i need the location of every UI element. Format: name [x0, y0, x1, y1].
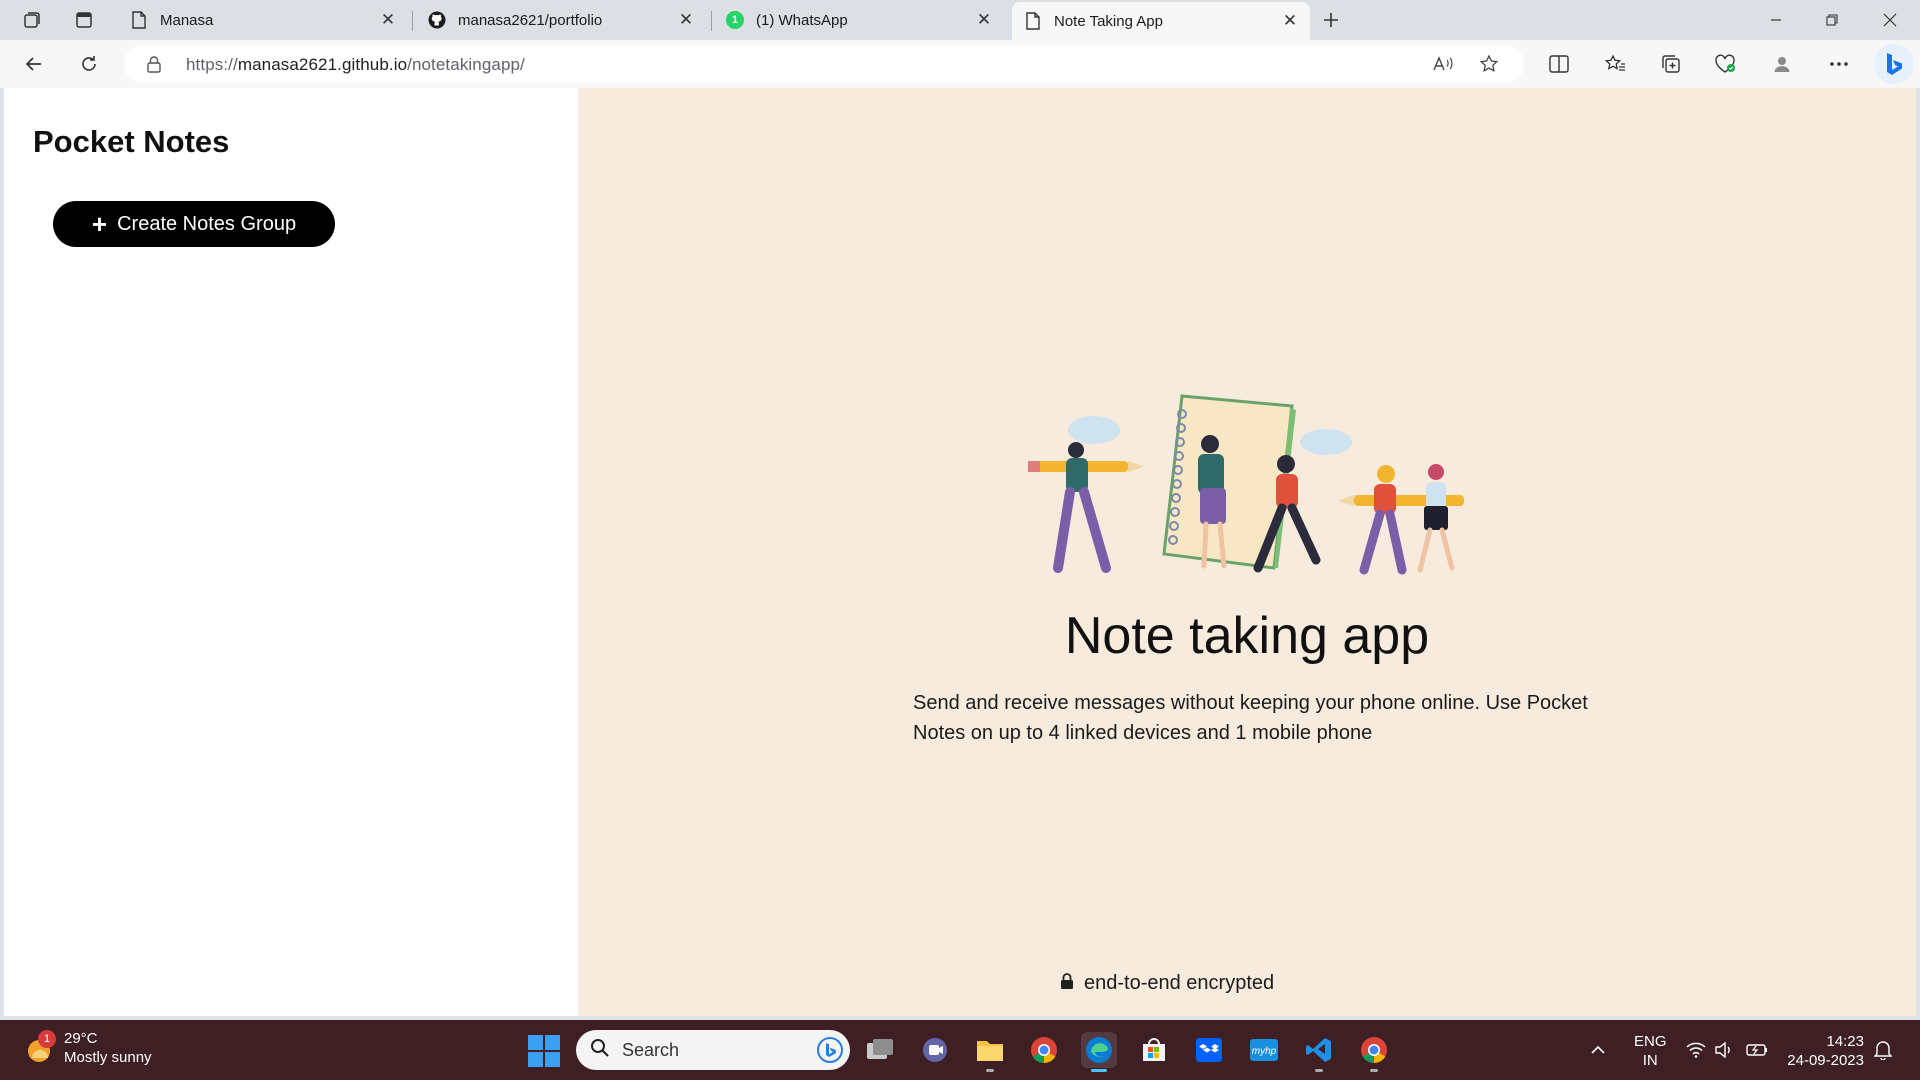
minimize-icon[interactable] [1748, 0, 1804, 40]
weather-sun-icon: 1 [24, 1030, 56, 1064]
workspaces-icon[interactable] [16, 6, 48, 34]
lock-icon [1060, 972, 1074, 995]
restore-icon[interactable] [1804, 0, 1860, 40]
system-clock[interactable]: 14:23 24-09-2023 [1784, 1032, 1864, 1070]
dropbox-icon[interactable] [1191, 1032, 1227, 1068]
weather-condition: Mostly sunny [64, 1049, 152, 1066]
tab-note-taking-app[interactable]: Note Taking App ✕ [1012, 2, 1310, 40]
vscode-icon[interactable] [1301, 1032, 1337, 1072]
address-bar[interactable]: https://manasa2621.github.io/notetakinga… [124, 45, 1524, 83]
split-screen-icon[interactable] [1542, 48, 1576, 80]
back-icon[interactable] [17, 48, 51, 80]
refresh-icon[interactable] [72, 48, 106, 80]
browser-tab-strip: Manasa ✕ manasa2621/portfolio ✕ 1 (1) Wh… [0, 0, 1920, 40]
browser-toolbar: https://manasa2621.github.io/notetakinga… [0, 40, 1920, 88]
url-path: /notetakingapp/ [407, 55, 525, 74]
main-panel: Note taking app Send and receive message… [578, 88, 1916, 1016]
language-indicator[interactable]: ENG IN [1634, 1032, 1667, 1070]
hero-description: Send and receive messages without keepin… [913, 692, 1588, 744]
battery-icon[interactable] [1746, 1020, 1768, 1080]
search-icon [590, 1038, 610, 1063]
url-text[interactable]: https://manasa2621.github.io/notetakinga… [186, 55, 525, 75]
favorites-icon[interactable] [1598, 48, 1632, 80]
browser-essentials-icon[interactable] [1708, 48, 1742, 80]
language-region: IN [1642, 1052, 1658, 1069]
clock-date: 24-09-2023 [1787, 1052, 1864, 1069]
tab-divider [412, 11, 413, 31]
wifi-icon[interactable] [1686, 1020, 1706, 1080]
encryption-note: end-to-end encrypted [1060, 972, 1274, 995]
tab-github-portfolio[interactable]: manasa2621/portfolio ✕ [416, 4, 706, 36]
bing-search-icon [816, 1036, 844, 1064]
favorite-star-icon[interactable] [1472, 49, 1506, 79]
close-tab-icon[interactable]: ✕ [676, 10, 696, 30]
file-explorer-icon[interactable] [972, 1032, 1008, 1072]
read-aloud-icon[interactable] [1426, 49, 1460, 79]
running-indicator [1370, 1069, 1378, 1072]
collections-icon[interactable] [1654, 48, 1688, 80]
tab-title: manasa2621/portfolio [458, 11, 603, 29]
plus-icon: + [91, 209, 108, 239]
app-title: Pocket Notes [33, 124, 230, 159]
tab-manasa[interactable]: Manasa ✕ [118, 4, 408, 36]
teams-chat-icon[interactable] [917, 1032, 953, 1068]
tab-actions-icon[interactable] [68, 6, 100, 34]
url-host: manasa2621.github.io [237, 55, 408, 74]
new-tab-icon[interactable] [1316, 6, 1346, 34]
running-indicator [1315, 1069, 1323, 1072]
settings-more-icon[interactable] [1822, 48, 1856, 80]
edge-icon[interactable] [1081, 1032, 1117, 1072]
tab-whatsapp[interactable]: 1 (1) WhatsApp ✕ [714, 4, 1004, 36]
active-indicator [1091, 1069, 1107, 1072]
windows-taskbar: 1 29°C Mostly sunny Search myhp ENG IN 1… [0, 1020, 1920, 1080]
close-tab-icon[interactable]: ✕ [974, 10, 994, 30]
tab-divider [711, 11, 712, 31]
temperature: 29°C [64, 1030, 98, 1047]
windows-start-icon[interactable] [528, 1035, 560, 1067]
tab-title: (1) WhatsApp [756, 11, 848, 29]
weather-widget[interactable]: 1 29°C Mostly sunny [24, 1030, 152, 1068]
notes-sidebar: Pocket Notes + Create Notes Group [4, 88, 578, 1016]
notifications-icon[interactable] [1874, 1020, 1892, 1080]
language-code: ENG [1634, 1033, 1667, 1050]
weather-badge: 1 [38, 1030, 56, 1048]
microsoft-store-icon[interactable] [1136, 1032, 1172, 1068]
github-icon [428, 11, 446, 29]
show-hidden-icons-chevron-icon[interactable] [1590, 1020, 1606, 1080]
web-page: Pocket Notes + Create Notes Group Note t… [4, 88, 1916, 1016]
running-indicator [986, 1069, 994, 1072]
notification-badge: 1 [726, 11, 744, 29]
whatsapp-icon: 1 [726, 11, 744, 29]
task-view-icon[interactable] [862, 1032, 898, 1068]
close-tab-icon[interactable]: ✕ [378, 10, 398, 30]
people-with-notebook-illustration [1028, 394, 1464, 575]
page-icon [130, 11, 148, 29]
search-placeholder: Search [622, 1039, 680, 1060]
page-icon [1024, 12, 1042, 30]
lock-icon[interactable] [146, 55, 162, 78]
bing-copilot-icon[interactable] [1874, 44, 1914, 84]
hero-title: Note taking app [1064, 607, 1430, 665]
close-window-icon[interactable] [1862, 0, 1918, 40]
create-button-label: Create Notes Group [117, 212, 297, 235]
volume-icon[interactable] [1714, 1020, 1734, 1080]
profile-icon[interactable] [1765, 48, 1799, 80]
tab-title: Note Taking App [1054, 12, 1163, 30]
encryption-text: end-to-end encrypted [1084, 972, 1275, 994]
taskbar-search[interactable]: Search [576, 1030, 850, 1070]
create-notes-group-button[interactable]: + Create Notes Group [53, 201, 335, 247]
svg-text:myhp: myhp [1252, 1046, 1277, 1057]
chrome-icon[interactable] [1026, 1032, 1062, 1068]
myhp-icon[interactable]: myhp [1246, 1032, 1282, 1068]
clock-time: 14:23 [1826, 1033, 1864, 1050]
tab-title: Manasa [160, 11, 214, 29]
chrome-profile-icon[interactable] [1356, 1032, 1392, 1072]
url-prefix: https:// [186, 55, 238, 74]
close-tab-icon[interactable]: ✕ [1280, 11, 1300, 31]
